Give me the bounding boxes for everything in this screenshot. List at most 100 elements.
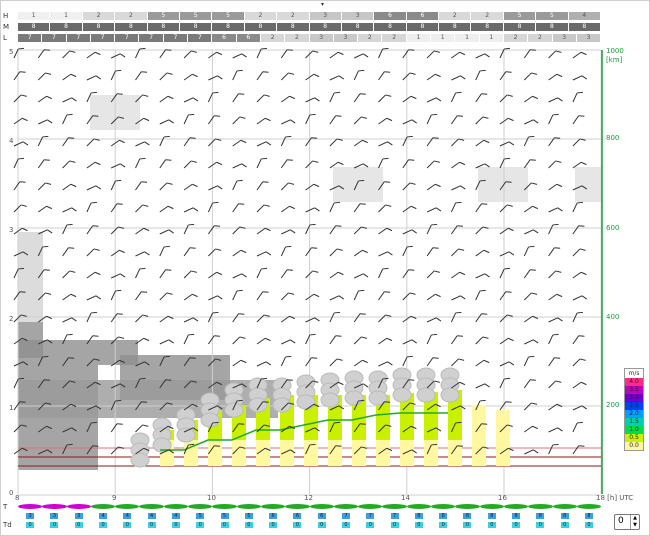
wind-barb-icon (62, 137, 75, 147)
wind-barb-icon (353, 203, 366, 213)
wind-barb-icon (572, 115, 585, 125)
wind-barb-icon (572, 295, 588, 301)
wind-barb-icon (548, 207, 563, 213)
wind-barb-icon (475, 93, 488, 103)
wind-barb-icon (450, 335, 463, 345)
wind-barb-icon (207, 115, 220, 125)
wind-barb-icon (37, 182, 52, 191)
wind-barb-icon (232, 226, 246, 235)
wind-barb-icon (159, 49, 172, 59)
wind-barb-icon (523, 379, 536, 389)
wind-barb-icon (353, 289, 365, 301)
t-cell: 4 (123, 513, 132, 519)
wind-barb-icon (329, 271, 344, 279)
wind-barb-icon (207, 91, 219, 103)
wind-barb-icon (523, 292, 538, 301)
wind-barb-icon (451, 75, 466, 81)
wind-barb-icon (280, 245, 292, 257)
wind-barb-icon (572, 91, 583, 103)
wind-barb-icon (183, 183, 198, 191)
td-row-label: Td (3, 521, 12, 529)
wind-barb-icon (62, 247, 75, 257)
wind-barb-icon (572, 358, 586, 367)
wind-barb-icon (548, 50, 562, 59)
weather-symbol-icon (576, 503, 602, 509)
wind-barb-icon (305, 113, 316, 125)
wind-barb-icon (305, 207, 320, 213)
wind-barb-icon (256, 251, 272, 257)
wind-barb-icon (183, 270, 197, 279)
stepper-arrows-icon[interactable]: ▲ ▼ (630, 515, 639, 529)
td-cell: 0 (536, 522, 545, 528)
wind-speed-legend: m/s 4.0 3.5 3.0 2.5 2.0 1.5 1.0 0.5 0.0 (624, 368, 644, 451)
wind-barb-icon (475, 313, 488, 323)
cumulus-puff (176, 427, 196, 443)
wind-barb-icon (572, 445, 585, 455)
wind-barb-icon (281, 315, 296, 323)
t-cell: 3 (74, 513, 83, 519)
wind-barb-icon (159, 292, 173, 301)
t-cell: 8 (536, 513, 545, 519)
td-cell: 0 (560, 522, 569, 528)
wind-barb-icon (402, 119, 417, 125)
t-cell: 5 (196, 513, 205, 519)
wind-barb-icon (183, 97, 199, 103)
wind-barb-icon (329, 335, 342, 345)
wind-barb-icon (353, 336, 368, 345)
wind-barb-icon (548, 357, 561, 367)
y-tick: 1 (9, 404, 14, 412)
wind-barb-icon (232, 203, 245, 213)
wind-barb-icon (450, 225, 463, 235)
wind-barb-icon (475, 336, 489, 345)
td-cell: 0 (220, 522, 229, 528)
level-stepper[interactable]: 0 ▲ ▼ (614, 514, 640, 530)
wind-barb-icon (62, 97, 77, 103)
wind-barb-icon (280, 292, 295, 301)
legend-swatch: 0.0 (625, 442, 643, 450)
km-tick: 600 (606, 224, 620, 232)
weather-symbol-icon (212, 503, 237, 509)
wind-barb-icon (499, 251, 515, 257)
wind-barb-icon (38, 119, 53, 125)
wind-barb-icon (86, 185, 102, 191)
wind-barb-icon (524, 315, 539, 323)
km-tick: 200 (606, 401, 620, 409)
x-tick: 12 (304, 494, 313, 502)
wind-barb-icon (329, 115, 342, 125)
wind-barb-icon (256, 47, 268, 59)
x-tick: 14 (401, 494, 410, 502)
weather-symbol-icon (188, 503, 213, 509)
wind-barb-icon (329, 225, 342, 235)
wind-barb-icon (62, 293, 77, 301)
wind-barb-icon (208, 248, 222, 257)
weather-symbol-icon (139, 503, 164, 509)
wind-barb-icon (183, 50, 197, 59)
wind-barb-icon (475, 53, 490, 59)
td-cell: 0 (512, 522, 521, 528)
wind-barb-icon (110, 446, 125, 455)
wind-barb-icon (329, 91, 340, 103)
wind-barb-icon (378, 251, 393, 257)
wind-barb-icon (183, 73, 198, 81)
wind-barb-icon (499, 361, 515, 367)
weather-symbol-row (18, 503, 602, 509)
t-cell: 8 (487, 513, 496, 519)
wind-barb-icon (402, 355, 413, 367)
wind-barb-icon (135, 314, 149, 323)
wind-barb-icon (548, 137, 561, 147)
t-cell: 5 (220, 513, 229, 519)
legend-unit: m/s (628, 370, 640, 377)
weather-symbol-icon (90, 503, 116, 509)
weather-symbol-icon (42, 503, 67, 509)
wind-barb-icon (523, 402, 538, 411)
wind-barb-icon (426, 317, 442, 323)
td-cell: 0 (50, 522, 59, 528)
wind-barb-icon (378, 47, 389, 59)
wind-barb-icon (159, 245, 170, 257)
td-cell: 0 (269, 522, 278, 528)
t-cell: 8 (463, 513, 472, 519)
wind-barb-icon (378, 71, 391, 81)
wind-barb-icon (426, 247, 439, 257)
cumulus-puff (248, 397, 268, 413)
wind-barb-icon (402, 72, 416, 81)
